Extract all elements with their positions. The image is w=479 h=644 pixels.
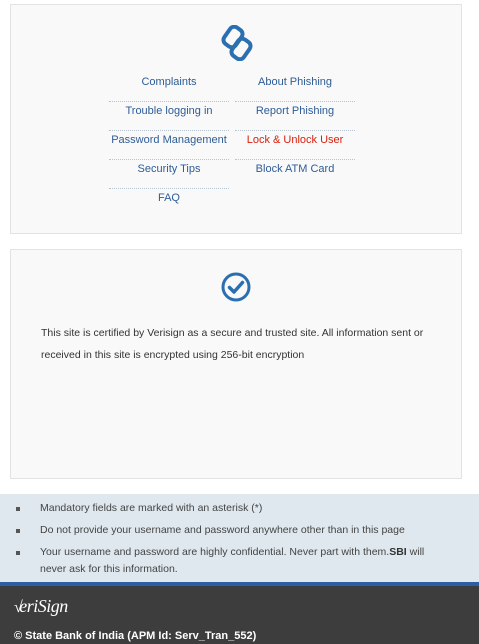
check-circle-icon: [221, 272, 251, 302]
note-item: Your username and password are highly co…: [14, 544, 444, 578]
bullet-icon: [16, 529, 20, 533]
verisign-logo-text: eriSign: [19, 596, 68, 616]
link-report-phishing[interactable]: Report Phishing: [235, 102, 355, 131]
link-trouble-logging-in[interactable]: Trouble logging in: [109, 102, 229, 131]
link-password-management[interactable]: Password Management: [109, 131, 229, 160]
note-bold: SBI: [389, 546, 407, 558]
link-chain-icon: [221, 25, 253, 61]
bullet-icon: [16, 551, 20, 555]
note-text: Do not provide your username and passwor…: [40, 524, 405, 536]
notes-section: Mandatory fields are marked with an aste…: [0, 494, 479, 582]
bullet-icon: [16, 507, 20, 511]
help-links-panel: Complaints Trouble logging in Password M…: [10, 4, 462, 234]
link-lock-unlock-user[interactable]: Lock & Unlock User: [235, 131, 355, 160]
verisign-logo[interactable]: √eriSign: [14, 596, 68, 617]
link-about-phishing[interactable]: About Phishing: [235, 73, 355, 102]
link-faq[interactable]: FAQ: [109, 189, 229, 218]
note-text: Mandatory fields are marked with an aste…: [40, 502, 263, 514]
link-security-tips[interactable]: Security Tips: [109, 160, 229, 189]
note-text: Your username and password are highly co…: [40, 546, 390, 558]
help-links-left: Complaints Trouble logging in Password M…: [109, 73, 229, 218]
certificate-panel: This site is certified by Verisign as a …: [10, 249, 462, 479]
note-item: Mandatory fields are marked with an aste…: [14, 500, 444, 517]
link-block-atm-card[interactable]: Block ATM Card: [235, 160, 355, 189]
certificate-text: This site is certified by Verisign as a …: [41, 327, 424, 361]
note-item: Do not provide your username and passwor…: [14, 522, 444, 539]
footer: √eriSign © State Bank of India (APM Id: …: [0, 582, 479, 644]
copyright-text: © State Bank of India (APM Id: Serv_Tran…: [14, 630, 257, 642]
link-complaints[interactable]: Complaints: [109, 73, 229, 102]
help-links-right: About Phishing Report Phishing Lock & Un…: [235, 73, 355, 189]
